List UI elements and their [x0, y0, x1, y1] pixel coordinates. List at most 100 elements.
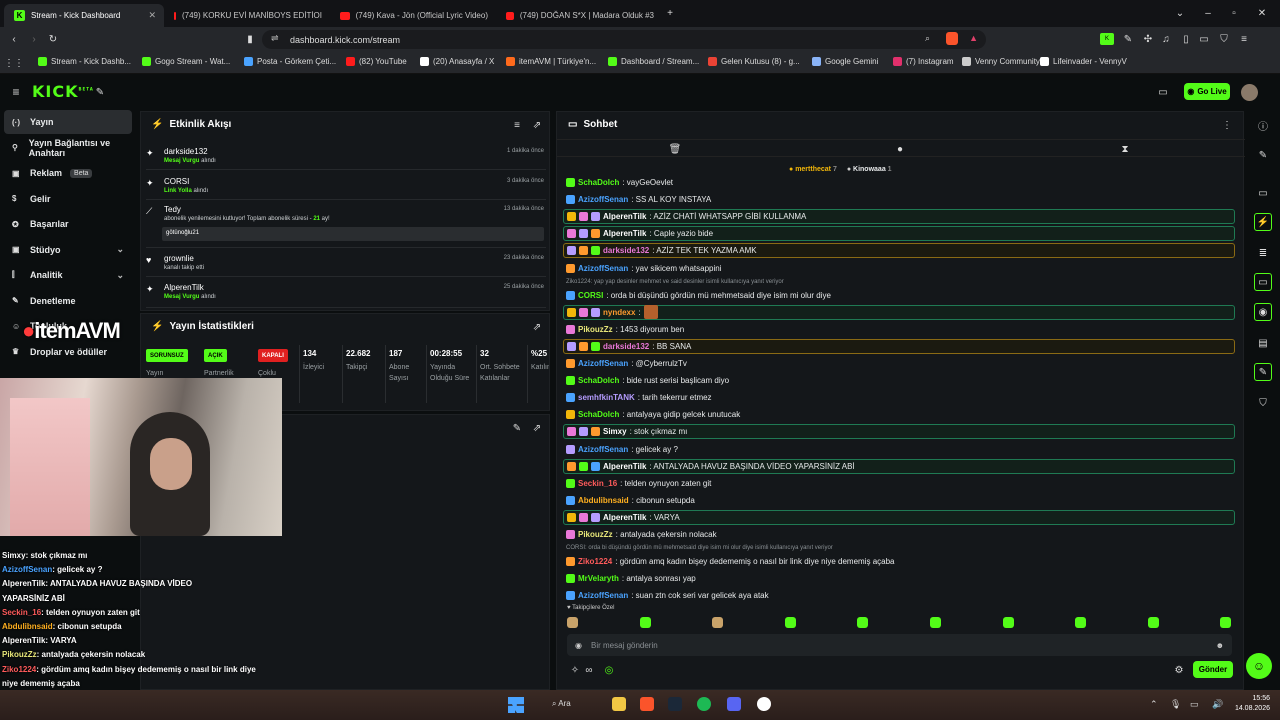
kick-extension-icon[interactable]: K	[1100, 33, 1114, 45]
event-username[interactable]: AlperenTilk	[164, 283, 204, 292]
layout-icon[interactable]: ▭	[1257, 187, 1269, 199]
sidebar-item[interactable]: ▣ Reklam Beta	[4, 161, 132, 185]
bookmark-item[interactable]: Dashboard / Stream...	[608, 57, 699, 66]
follower-emote-icon[interactable]	[784, 617, 796, 628]
chat-username[interactable]: darkside132	[603, 246, 649, 255]
activity-icon[interactable]: ⚡	[1254, 213, 1272, 231]
follower-emote-icon[interactable]	[567, 617, 578, 628]
bookmark-item[interactable]: Stream - Kick Dashb...	[38, 57, 131, 66]
bookmark-item[interactable]: Gogo Stream - Wat...	[142, 57, 230, 66]
taskbar-search[interactable]: ⌕ Ara	[552, 699, 571, 709]
bookmark-item[interactable]: Google Gemini	[812, 57, 878, 66]
gifter-1[interactable]: ● mertthecat 7	[789, 166, 837, 173]
cards-icon[interactable]: ▤	[1257, 337, 1269, 349]
chat-username[interactable]: AlperenTilk	[603, 212, 646, 221]
kick-logo[interactable]: KICKBETA	[32, 82, 94, 101]
trash-icon[interactable]: 🗑	[669, 143, 682, 155]
chat-username[interactable]: PikouzZz	[578, 530, 613, 539]
follower-emote-icon[interactable]	[1220, 617, 1232, 628]
chat-menu-icon[interactable]: ⋮	[1221, 119, 1233, 131]
file-explorer-icon[interactable]	[612, 697, 626, 711]
follower-emote-icon[interactable]	[1147, 617, 1159, 628]
tools-icon[interactable]: ✎	[1254, 363, 1272, 381]
chat-username[interactable]: MrVelaryth	[578, 574, 619, 583]
popout-icon[interactable]: ⇗	[531, 321, 543, 333]
gifter-2[interactable]: ● Kinowaaa 1	[847, 166, 892, 173]
chat-username[interactable]: SchaDolch	[578, 410, 619, 419]
sidebar-item[interactable]: $ Gelir	[4, 187, 132, 211]
chat-settings-icon[interactable]: ⚙	[1173, 664, 1185, 676]
bookmark-item[interactable]: (82) YouTube	[346, 57, 407, 66]
chat-bubble-icon[interactable]: ●	[894, 143, 906, 155]
event-username[interactable]: darkside132	[164, 147, 208, 156]
system-clock[interactable]: 15:56 14.08.2026	[1226, 694, 1270, 714]
browser-tab-youtube-1[interactable]: (749) KORKU EVİ MANİBOYS EDİTİOI	[166, 4, 330, 27]
chat-username[interactable]: AzizoffSenan	[578, 445, 628, 454]
network-icon[interactable]: ▭	[1190, 699, 1199, 710]
chat-username[interactable]: nyndexx	[603, 308, 635, 317]
info-icon[interactable]: ⓘ	[1257, 119, 1269, 133]
obs-icon[interactable]	[757, 697, 771, 711]
event-username[interactable]: CORSI	[164, 177, 189, 186]
browser-tab-kick[interactable]: K Stream - Kick Dashboard ✕	[4, 4, 164, 27]
brave-shield-icon[interactable]	[946, 32, 958, 45]
edit-icon[interactable]: ✎	[1257, 149, 1269, 161]
chat-username[interactable]: Ziko1224	[578, 557, 612, 566]
follower-emote-icon[interactable]	[639, 617, 651, 628]
maximize-icon[interactable]: ▫	[1228, 7, 1240, 19]
slow-mode-icon[interactable]: ⧗	[1119, 143, 1131, 155]
chat-username[interactable]: AzizoffSenan	[578, 359, 628, 368]
chat-username[interactable]: AlperenTilk	[603, 462, 646, 471]
shield-icon[interactable]: ⛉	[1257, 397, 1269, 409]
chat-tools-icon[interactable]: ✧	[569, 664, 581, 676]
new-tab-icon[interactable]: +	[664, 7, 676, 19]
hamburger-menu-icon[interactable]: ≡	[10, 85, 22, 99]
bookmark-item[interactable]: (7) Instagram	[893, 57, 954, 66]
chat-username[interactable]: SchaDolch	[578, 376, 619, 385]
chat-username[interactable]: SchaDolch	[578, 178, 619, 187]
puzzle-icon[interactable]: ✣	[1142, 33, 1154, 45]
forward-icon[interactable]: ›	[28, 33, 40, 45]
theater-mode-icon[interactable]: ▭	[1157, 86, 1169, 98]
back-icon[interactable]: ‹	[8, 33, 20, 45]
menu-icon[interactable]: ≡	[1238, 33, 1250, 45]
chat-username[interactable]: AlperenTilk	[603, 513, 646, 522]
follower-emote-icon[interactable]	[712, 617, 724, 628]
wallet-icon[interactable]: ▭	[1198, 33, 1210, 45]
steam-icon[interactable]	[668, 697, 682, 711]
stream-toggle-icon[interactable]: ◉	[1254, 303, 1272, 321]
chat-username[interactable]: PikouzZz	[578, 325, 613, 334]
emoji-icon[interactable]: ◉	[575, 641, 582, 650]
bookmark-item[interactable]: Venny Community	[962, 57, 1040, 66]
popout-icon[interactable]: ⇗	[531, 119, 543, 131]
event-username[interactable]: grownlie	[164, 254, 194, 263]
tab-search-icon[interactable]: ⌄	[1174, 7, 1186, 19]
close-window-icon[interactable]: ✕	[1256, 7, 1268, 19]
send-button[interactable]: Gönder	[1193, 661, 1233, 678]
event-username[interactable]: Tedy	[164, 205, 181, 214]
bookmark-item[interactable]: Gelen Kutusu (8) - g...	[708, 57, 800, 66]
chat-bot-button[interactable]: ☺	[1246, 653, 1272, 679]
chat-username[interactable]: CORSI	[578, 291, 603, 300]
sidebar-toggle-icon[interactable]: ▯	[1180, 33, 1192, 45]
popout-icon[interactable]: ⇗	[531, 422, 543, 434]
spotify-icon[interactable]	[697, 697, 711, 711]
browser-tab-youtube-2[interactable]: (749) Kava - Jön (Official Lyric Video)	[332, 4, 496, 27]
music-icon[interactable]: ♫	[1160, 33, 1172, 45]
brave-browser-icon[interactable]	[640, 697, 654, 711]
sidebar-item[interactable]: ▣ Stüdyo ⌄	[4, 238, 132, 262]
sidebar-item[interactable]: (·) Yayın	[4, 110, 132, 134]
extension-icon[interactable]: ✎	[1122, 33, 1134, 45]
avatar[interactable]	[1241, 84, 1258, 101]
chat-username[interactable]: semhfkinTANK	[578, 393, 635, 402]
bookmark-item[interactable]: itemAVM | Türkiye'n...	[506, 57, 596, 66]
reload-icon[interactable]: ↻	[47, 33, 59, 45]
chat-username[interactable]: Abdulibnsaid	[578, 496, 629, 505]
chat-username[interactable]: darkside132	[603, 342, 649, 351]
smiley-icon[interactable]: ☻	[1216, 641, 1224, 650]
filter-icon[interactable]: ≡	[511, 119, 523, 131]
sidebar-item[interactable]: ✪ Başarılar	[4, 212, 132, 236]
chat-username[interactable]: AzizoffSenan	[578, 264, 628, 273]
sidebar-item[interactable]: ⚲ Yayın Bağlantısı ve Anahtarı	[4, 136, 132, 160]
search-icon[interactable]: ⌕	[925, 33, 930, 44]
